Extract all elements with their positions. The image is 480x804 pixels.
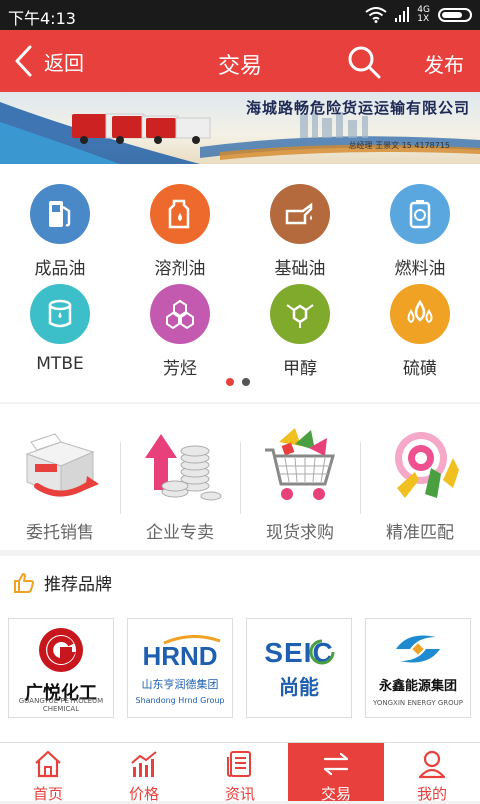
category-fuel-oil[interactable]: 燃料油 xyxy=(360,184,480,279)
tab-label: 价格 xyxy=(128,785,159,803)
tab-label: 交易 xyxy=(320,785,351,803)
barrel-icon xyxy=(30,284,90,344)
battery-icon xyxy=(438,8,472,22)
section-header: 推荐品牌 xyxy=(12,570,112,595)
tab-home[interactable]: 首页 xyxy=(0,743,96,803)
shopping-cart-icon xyxy=(265,428,335,500)
category-label: 燃料油 xyxy=(394,259,446,279)
service-label: 精准匹配 xyxy=(386,523,454,543)
service-label: 现货求购 xyxy=(266,523,334,543)
service-enterprise-store[interactable]: 企业专卖 xyxy=(120,404,240,550)
page-indicator xyxy=(226,378,250,386)
banner-company-name: 海城路畅危险货运运输有限公司 xyxy=(245,99,470,117)
user-icon xyxy=(418,750,446,779)
brand-card-hrnd[interactable]: HRND 山东亨润德集团 Shandong Hrnd Group xyxy=(127,618,233,718)
delegate-box-icon xyxy=(25,433,99,497)
seic-arc-icon xyxy=(309,639,335,665)
network-type: 4G 1X xyxy=(417,5,430,24)
tab-price[interactable]: 价格 xyxy=(96,743,192,803)
molecule-icon xyxy=(270,284,330,344)
bottom-tab-bar: 首页 价格 资讯 交易 我的 xyxy=(0,742,480,803)
category-label: 芳烃 xyxy=(163,359,197,379)
home-icon xyxy=(35,750,61,778)
category-solvent-oil[interactable]: 溶剂油 xyxy=(120,184,240,279)
brand-name: HRND xyxy=(142,641,218,671)
chart-icon xyxy=(131,751,157,777)
category-label: MTBE xyxy=(36,354,84,374)
tab-trade[interactable]: 交易 xyxy=(288,743,384,803)
tab-mine[interactable]: 我的 xyxy=(384,743,480,803)
growth-coins-icon xyxy=(145,434,222,501)
chevron-left-icon xyxy=(15,45,32,77)
solvent-can-icon xyxy=(150,184,210,244)
category-label: 甲醇 xyxy=(283,359,317,379)
exchange-icon xyxy=(323,752,349,776)
service-row: 委托销售 企业专卖 现货求购 精准匹配 xyxy=(0,404,480,550)
banner-contact: 总经理 王景文 15 4178715 xyxy=(348,141,450,150)
category-sulfur[interactable]: 硫磺 xyxy=(360,284,480,379)
tab-label: 我的 xyxy=(416,785,447,803)
service-consign-sale[interactable]: 委托销售 xyxy=(0,404,120,550)
brand-card-yongxin[interactable]: 永鑫能源集团 YONGXIN ENERGY GROUP xyxy=(365,618,471,718)
publish-button[interactable]: 发布 xyxy=(424,49,464,78)
category-base-oil[interactable]: 基础油 xyxy=(240,184,360,279)
tab-news[interactable]: 资讯 xyxy=(192,743,288,803)
signal-icon xyxy=(395,7,410,22)
tab-label: 首页 xyxy=(32,785,63,803)
page-dot[interactable] xyxy=(242,378,250,386)
brand-subtitle: GUANGYUE PETROLEUM CHEMICAL xyxy=(18,697,104,713)
category-label: 基础油 xyxy=(274,259,326,279)
gas-pump-icon xyxy=(30,184,90,244)
yongxin-logo-icon xyxy=(396,635,440,663)
hexagon-molecule-icon xyxy=(150,284,210,344)
guangyue-logo-icon xyxy=(39,628,83,672)
service-spot-purchase[interactable]: 现货求购 xyxy=(240,404,360,550)
category-mtbe[interactable]: MTBE xyxy=(0,284,120,374)
brand-card-guangyue[interactable]: 广悦化工 GUANGYUE PETROLEUM CHEMICAL xyxy=(8,618,114,718)
search-icon[interactable] xyxy=(346,44,382,80)
brand-cn-name: 尚能 xyxy=(279,675,319,699)
category-refined-oil[interactable]: 成品油 xyxy=(0,184,120,279)
category-label: 硫磺 xyxy=(403,359,437,379)
brand-name: 永鑫能源集团 xyxy=(378,679,457,694)
news-icon xyxy=(227,751,251,777)
category-label: 溶剂油 xyxy=(154,259,206,279)
tab-label: 资讯 xyxy=(224,785,255,803)
wifi-icon xyxy=(365,7,387,23)
back-label: 返回 xyxy=(44,50,84,75)
brand-cn-name: 山东亨润德集团 xyxy=(141,678,219,691)
status-time: 下午4:13 xyxy=(8,9,76,28)
recommended-brands: 推荐品牌 广悦化工 GUANGYUE PETROLEUM CHEMICAL HR… xyxy=(0,556,480,742)
service-precise-match[interactable]: 精准匹配 xyxy=(360,404,480,550)
flame-drops-icon xyxy=(390,284,450,344)
page-dot-active[interactable] xyxy=(226,378,234,386)
brand-card-seic[interactable]: SEIC 尚能 xyxy=(246,618,352,718)
back-button[interactable]: 返回 xyxy=(14,44,84,78)
nav-bar: 返回 交易 发布 xyxy=(0,30,480,92)
oil-can-icon xyxy=(270,184,330,244)
ad-banner[interactable]: 海城路畅危险货运运输有限公司 总经理 王景文 15 4178715 xyxy=(0,92,480,164)
category-aromatics[interactable]: 芳烃 xyxy=(120,284,240,379)
fuel-drum-icon xyxy=(390,184,450,244)
service-label: 企业专卖 xyxy=(146,523,214,543)
brand-subtitle: Shandong Hrnd Group xyxy=(135,696,225,705)
service-label: 委托销售 xyxy=(26,523,94,543)
category-methanol[interactable]: 甲醇 xyxy=(240,284,360,379)
status-bar: 下午4:13 4G 1X xyxy=(0,0,480,30)
thumbs-up-icon xyxy=(14,572,34,593)
brand-subtitle: YONGXIN ENERGY GROUP xyxy=(372,699,464,707)
category-label: 成品油 xyxy=(34,259,86,279)
hrnd-swoosh-icon xyxy=(163,635,221,645)
target-icon xyxy=(395,432,459,498)
category-grid: 成品油 溶剂油 基础油 燃料油 MTBE 芳烃 甲醇 硫磺 xyxy=(0,164,480,402)
section-title: 推荐品牌 xyxy=(44,575,112,595)
